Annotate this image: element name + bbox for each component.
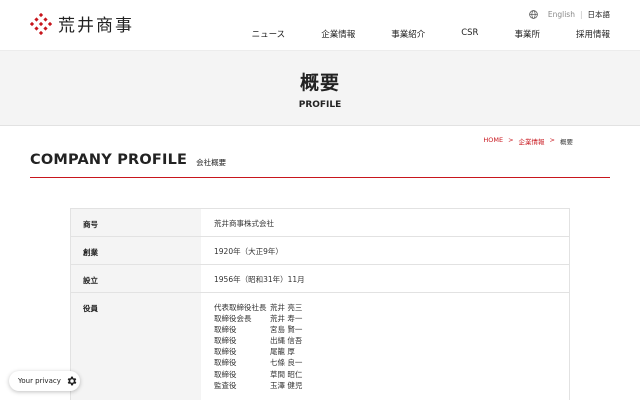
officer-item: 取締役 出縄 信吾	[214, 335, 569, 346]
officer-role: 取締役	[214, 325, 237, 335]
privacy-label: Your privacy	[18, 377, 61, 385]
officer-item: 取締役 七條 良一	[214, 357, 569, 368]
table-row-officers: 役員 代表取締役社長 荒井 亮三 取締役会長 荒井 寿一 取締役 宮島 賢一 取締役出…	[71, 293, 569, 400]
officer-role: 取締役	[214, 369, 237, 379]
row-label: 創業	[71, 237, 201, 264]
row-label: 商号	[71, 209, 201, 236]
officer-name: 七條 良一	[270, 358, 303, 368]
nav-business[interactable]: 事業紹介	[391, 28, 425, 40]
officer-item: 監査役 玉澤 健児	[214, 380, 569, 391]
breadcrumb-home[interactable]: HOME	[483, 136, 503, 146]
nav-recruit[interactable]: 採用情報	[576, 28, 610, 40]
lang-separator: |	[579, 10, 583, 19]
breadcrumb-separator: >	[508, 136, 514, 144]
lang-english-link[interactable]: English	[548, 10, 575, 19]
privacy-settings-button[interactable]: Your privacy	[9, 371, 80, 391]
logo[interactable]: 荒井商事	[30, 11, 134, 36]
officer-name: 出縄 信吾	[270, 336, 303, 346]
page-hero: 概要 PROFILE	[0, 50, 640, 126]
officer-role: 代表取締役社長	[214, 303, 267, 312]
logo-text: 荒井商事	[58, 16, 134, 36]
company-profile-table: 商号 荒井商事株式会社 創業 1920年（大正9年） 設立 1956年（昭和31…	[70, 208, 570, 400]
officer-role: 取締役	[214, 336, 237, 346]
row-value: 1956年（昭和31年）11月	[214, 275, 305, 284]
officer-item: 取締役会長 荒井 寿一	[214, 313, 569, 324]
officers-list: 代表取締役社長 荒井 亮三 取締役会長 荒井 寿一 取締役 宮島 賢一 取締役 出縄 信…	[201, 293, 569, 400]
nav-company[interactable]: 企業情報	[321, 28, 355, 40]
row-label: 設立	[71, 265, 201, 292]
breadcrumb: HOME > 企業情報 > 概要	[483, 136, 573, 146]
officer-item: 取締役 宮島 賢一	[214, 324, 569, 335]
nav-news[interactable]: ニュース	[252, 28, 286, 40]
section-title-en: COMPANY PROFILE	[30, 152, 188, 168]
language-switcher: English | 日本語	[529, 9, 610, 20]
officer-item: 取締役 草間 昭仁	[214, 369, 569, 380]
officer-role: 取締役	[214, 347, 237, 357]
logo-icon	[30, 12, 52, 35]
main-nav: ニュース 企業情報 事業紹介 CSR 事業所 採用情報	[216, 28, 610, 40]
officer-name: 尾籠 厚	[270, 347, 295, 357]
officer-role: 監査役	[214, 380, 237, 390]
officer-name: 荒井 亮三	[270, 303, 303, 312]
section-title-ja: 会社概要	[196, 158, 227, 167]
site-header: 荒井商事 English | 日本語 ニュース 企業情報 事業紹介 CSR 事業…	[0, 0, 640, 50]
page-subtitle: PROFILE	[298, 100, 342, 110]
gear-icon	[67, 376, 77, 386]
section-heading: COMPANY PROFILE 会社概要	[30, 152, 610, 178]
table-row: 設立 1956年（昭和31年）11月	[71, 265, 569, 293]
officer-item: 代表取締役社長 荒井 亮三	[214, 302, 569, 313]
officer-role: 取締役	[214, 358, 237, 368]
officer-name: 荒井 寿一	[270, 314, 303, 324]
table-row: 創業 1920年（大正9年）	[71, 237, 569, 265]
officer-item: 取締役 尾籠 厚	[214, 346, 569, 357]
breadcrumb-company[interactable]: 企業情報	[519, 136, 545, 146]
officer-name: 玉澤 健児	[270, 380, 303, 390]
page-title: 概要	[299, 72, 340, 94]
globe-icon	[529, 10, 538, 19]
row-value: 1920年（大正9年）	[214, 247, 283, 256]
row-label: 役員	[71, 293, 201, 400]
nav-offices[interactable]: 事業所	[514, 28, 540, 40]
breadcrumb-separator: >	[549, 136, 555, 144]
lang-japanese-link[interactable]: 日本語	[588, 9, 611, 20]
officer-name: 宮島 賢一	[270, 325, 303, 335]
officer-role: 取締役会長	[214, 314, 252, 324]
row-value: 荒井商事株式会社	[214, 219, 274, 228]
officer-name: 草間 昭仁	[270, 369, 303, 379]
table-row: 商号 荒井商事株式会社	[71, 209, 569, 237]
nav-csr[interactable]: CSR	[461, 28, 478, 40]
breadcrumb-current: 概要	[560, 138, 573, 146]
